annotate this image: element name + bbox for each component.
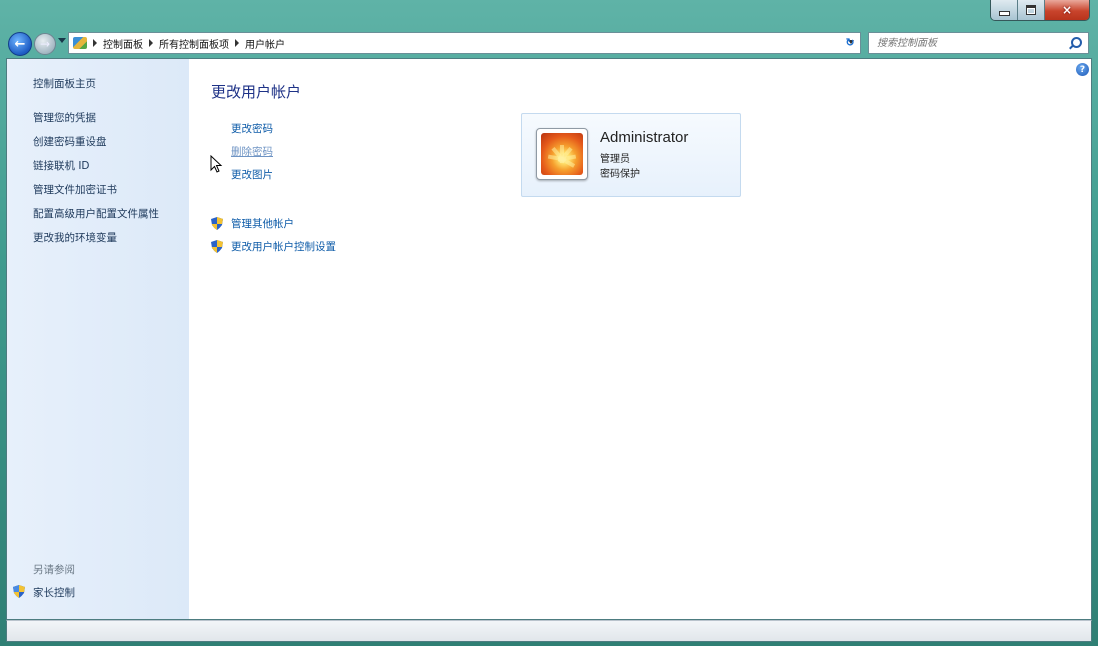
control-panel-icon bbox=[73, 37, 87, 49]
breadcrumb-separator-icon[interactable] bbox=[93, 39, 97, 47]
breadcrumb-all-items[interactable]: 所有控制面板项 bbox=[159, 36, 229, 51]
avatar[interactable] bbox=[536, 128, 588, 180]
maximize-button[interactable] bbox=[1018, 0, 1045, 20]
window-frame: × ← → 控制面板 所有控制面板项 用户帐户 ↻ 控制面板主页 管理您的凭据 … bbox=[0, 0, 1098, 646]
uac-shield-icon bbox=[211, 217, 223, 230]
breadcrumb-separator-icon[interactable] bbox=[149, 39, 153, 47]
status-bar bbox=[6, 620, 1092, 642]
refresh-icon: ↻ bbox=[845, 35, 855, 49]
sidebar-item-link-online-id[interactable]: 链接联机 ID bbox=[33, 158, 90, 173]
help-icon: ? bbox=[1079, 64, 1086, 75]
breadcrumb-user-accounts[interactable]: 用户帐户 bbox=[245, 36, 285, 51]
user-name: Administrator bbox=[600, 129, 689, 146]
forward-arrow-icon: → bbox=[39, 37, 51, 51]
history-dropdown-icon[interactable] bbox=[58, 38, 66, 43]
sidebar-item-control-panel-home[interactable]: 控制面板主页 bbox=[33, 76, 96, 91]
main-panel: ? 更改用户帐户 更改密码 删除密码 更改图片 管理其他帐户 更改用户帐户控制设… bbox=[189, 59, 1091, 619]
minimize-icon bbox=[998, 10, 1010, 16]
search-icon[interactable] bbox=[1071, 37, 1082, 48]
close-button[interactable]: × bbox=[1045, 0, 1089, 20]
window-controls: × bbox=[990, 0, 1090, 21]
sidebar-item-password-reset-disk[interactable]: 创建密码重设盘 bbox=[33, 134, 107, 149]
uac-settings-link[interactable]: 更改用户帐户控制设置 bbox=[231, 239, 336, 254]
remove-password-link[interactable]: 删除密码 bbox=[231, 144, 273, 159]
see-also-heading: 另请参阅 bbox=[33, 564, 75, 576]
sidebar-item-environment-variables[interactable]: 更改我的环境变量 bbox=[33, 230, 117, 245]
maximize-icon bbox=[1026, 5, 1036, 15]
uac-shield-icon bbox=[211, 240, 223, 253]
sidebar-item-parental-controls[interactable]: 家长控制 bbox=[33, 585, 75, 600]
user-role: 管理员 bbox=[600, 154, 630, 165]
sidebar-item-advanced-profile[interactable]: 配置高级用户配置文件属性 bbox=[33, 206, 159, 221]
flower-picture-icon bbox=[541, 133, 583, 175]
breadcrumb-separator-icon[interactable] bbox=[235, 39, 239, 47]
address-bar[interactable]: 控制面板 所有控制面板项 用户帐户 bbox=[68, 32, 861, 54]
password-status: 密码保护 bbox=[600, 169, 640, 180]
search-input[interactable] bbox=[875, 36, 1059, 50]
help-button[interactable]: ? bbox=[1076, 63, 1089, 76]
refresh-button[interactable]: ↻ bbox=[840, 32, 860, 52]
client-area: 控制面板主页 管理您的凭据 创建密码重设盘 链接联机 ID 管理文件加密证书 配… bbox=[6, 58, 1092, 620]
navigation-bar: ← → 控制面板 所有控制面板项 用户帐户 ↻ bbox=[0, 30, 1098, 56]
uac-shield-icon bbox=[13, 585, 25, 598]
sidebar-item-manage-credentials[interactable]: 管理您的凭据 bbox=[33, 110, 96, 125]
mouse-cursor-icon bbox=[210, 155, 223, 173]
minimize-button[interactable] bbox=[991, 0, 1018, 20]
page-title: 更改用户帐户 bbox=[211, 83, 302, 101]
breadcrumb-control-panel[interactable]: 控制面板 bbox=[103, 36, 143, 51]
sidebar: 控制面板主页 管理您的凭据 创建密码重设盘 链接联机 ID 管理文件加密证书 配… bbox=[7, 59, 189, 619]
change-password-link[interactable]: 更改密码 bbox=[231, 121, 273, 136]
sidebar-item-file-encryption[interactable]: 管理文件加密证书 bbox=[33, 182, 117, 197]
manage-other-accounts-link[interactable]: 管理其他帐户 bbox=[231, 216, 294, 231]
title-bar[interactable]: × bbox=[0, 0, 1098, 30]
back-arrow-icon: ← bbox=[14, 36, 26, 52]
search-box[interactable] bbox=[868, 32, 1089, 54]
user-account-card: Administrator 管理员 密码保护 bbox=[521, 113, 741, 197]
close-icon: × bbox=[1061, 3, 1073, 17]
back-button[interactable]: ← bbox=[8, 32, 32, 56]
forward-button[interactable]: → bbox=[34, 33, 56, 55]
change-picture-link[interactable]: 更改图片 bbox=[231, 167, 273, 182]
